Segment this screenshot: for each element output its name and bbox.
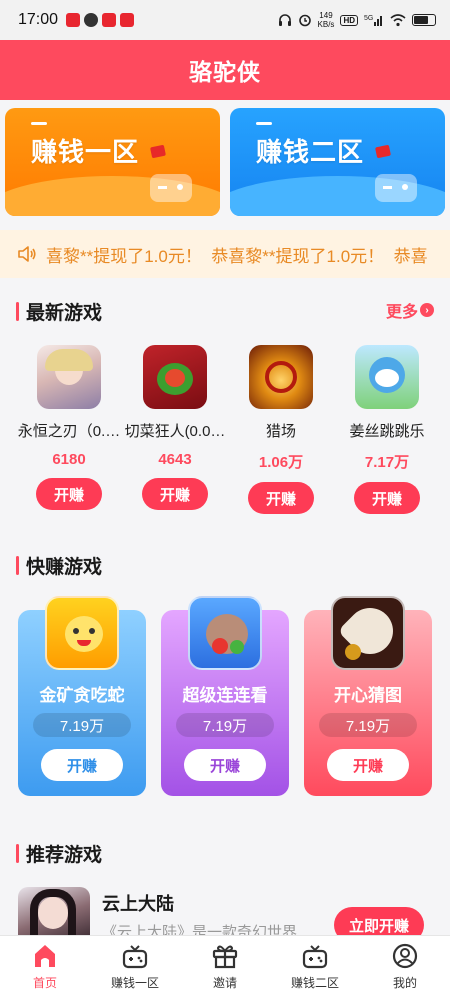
battery-icon — [412, 14, 436, 26]
more-link[interactable]: 更多 › — [386, 298, 434, 322]
player-count: 6180 — [52, 451, 86, 468]
quick-game-card[interactable]: 超级连连看 7.19万 开赚 — [161, 596, 289, 796]
recommended-game-item[interactable]: 云上大陆 《云上大陆》是一款奇幻世界… 立即开赚 — [0, 885, 450, 947]
game-name: 切菜狂人(0.0… — [124, 423, 226, 440]
tab-invite[interactable]: 邀请 — [180, 936, 270, 995]
quick-game-card[interactable]: 金矿贪吃蛇 7.19万 开赚 — [18, 596, 146, 796]
list-item[interactable]: 猎场 1.06万 开赚 — [228, 345, 334, 514]
gamepad-icon — [122, 945, 148, 969]
tab-zone-2[interactable]: 赚钱二区 — [270, 936, 360, 995]
zone-1-banner[interactable]: 赚钱一区 — [5, 108, 220, 216]
red-envelope-icon — [150, 144, 166, 159]
game-icon — [355, 345, 419, 409]
game-name: 开心猜图 — [334, 686, 402, 705]
notification-app-icon — [84, 13, 99, 27]
tab-zone-1[interactable]: 赚钱一区 — [90, 936, 180, 995]
list-item[interactable]: 永恒之刃（0.… 6180 开赚 — [16, 345, 122, 514]
game-icon — [143, 345, 207, 409]
page-title: 骆驼侠 — [0, 40, 450, 100]
marquee-text: 喜黎**提现了1.0元！ 恭喜黎**提现了1.0元！ 恭喜 — [46, 246, 428, 266]
game-name: 金矿贪吃蛇 — [39, 686, 125, 705]
withdraw-marquee: 喜黎**提现了1.0元！ 恭喜黎**提现了1.0元！ 恭喜 — [0, 230, 450, 278]
svg-text:5G: 5G — [364, 15, 373, 22]
game-icon — [331, 596, 405, 670]
status-bar: 17:00 149 KB/s HD 5G — [0, 0, 450, 40]
notification-app-icon — [66, 13, 81, 27]
speaker-icon — [18, 246, 36, 262]
player-count: 7.19万 — [319, 713, 417, 737]
start-earning-button[interactable]: 开赚 — [327, 749, 409, 781]
wifi-icon — [390, 14, 406, 27]
section-title-recommended: 推荐游戏 — [16, 840, 102, 867]
player-count: 4643 — [158, 451, 192, 468]
hd-badge: HD — [340, 14, 358, 26]
zone-2-title: 赚钱二区 — [256, 137, 365, 167]
status-time: 17:00 — [18, 11, 59, 28]
notification-app-icon — [120, 13, 135, 27]
game-name: 超级连连看 — [182, 686, 268, 705]
player-count: 7.19万 — [33, 713, 131, 737]
start-earning-button[interactable]: 开赚 — [142, 478, 208, 510]
section-title-quick-games: 快赚游戏 — [16, 552, 102, 579]
signal-icon: 5G — [364, 15, 382, 26]
tab-home[interactable]: 首页 — [0, 936, 90, 995]
alarm-icon — [298, 14, 311, 27]
game-icon — [45, 596, 119, 670]
player-count: 7.19万 — [176, 713, 274, 737]
start-earning-button[interactable]: 开赚 — [36, 478, 102, 510]
game-icon — [188, 596, 262, 670]
game-name: 姜丝跳跳乐 — [349, 423, 425, 440]
tab-mine[interactable]: 我的 — [360, 936, 450, 995]
chevron-right-icon: › — [420, 303, 434, 317]
zone-2-banner[interactable]: 赚钱二区 — [230, 108, 445, 216]
net-speed: 149 KB/s — [317, 11, 335, 29]
start-earning-button[interactable]: 开赚 — [248, 482, 314, 514]
gamepad-icon — [375, 174, 417, 202]
list-item[interactable]: 切菜狂人(0.0… 4643 开赚 — [122, 345, 228, 514]
home-icon — [35, 945, 55, 967]
gift-icon — [212, 945, 238, 969]
gamepad-icon — [150, 174, 192, 202]
player-count: 1.06万 — [258, 454, 304, 471]
headphones-icon — [278, 14, 291, 26]
zone-1-title: 赚钱一区 — [31, 137, 140, 167]
red-envelope-icon — [375, 144, 391, 159]
gamepad-icon — [302, 945, 328, 969]
game-name: 猎场 — [265, 423, 296, 440]
quick-game-card[interactable]: 开心猜图 7.19万 开赚 — [304, 596, 432, 796]
game-name: 云上大陆 — [102, 894, 174, 914]
start-earning-button[interactable]: 开赚 — [184, 749, 266, 781]
game-icon — [37, 345, 101, 409]
bottom-tab-bar: 首页 赚钱一区 邀请 赚钱二区 我的 — [0, 935, 450, 995]
start-earning-button[interactable]: 开赚 — [354, 482, 420, 514]
game-icon — [249, 345, 313, 409]
player-count: 7.17万 — [364, 454, 410, 471]
user-icon — [392, 943, 418, 969]
list-item[interactable]: 姜丝跳跳乐 7.17万 开赚 — [334, 345, 440, 514]
section-title-new-games: 最新游戏 — [16, 298, 102, 325]
start-earning-button[interactable]: 开赚 — [41, 749, 123, 781]
game-name: 永恒之刃（0.… — [17, 423, 121, 440]
notification-app-icon — [102, 13, 117, 27]
new-games-list: 永恒之刃（0.… 6180 开赚 切菜狂人(0.0… 4643 开赚 猎场 1.… — [16, 345, 436, 514]
